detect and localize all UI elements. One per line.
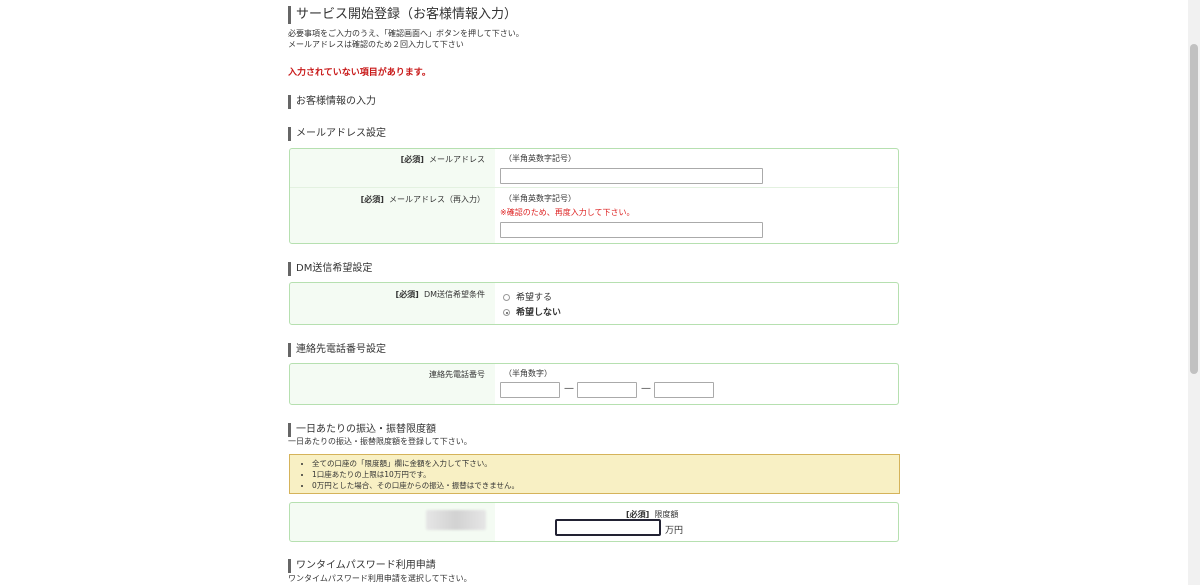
phone-part-1-input[interactable] <box>500 382 560 398</box>
notice-item: 1口座あたりの上限は10万円です。 <box>312 469 899 480</box>
dm-box: [必須] DM送信希望条件 希望する 希望しない <box>289 282 899 325</box>
required-tag: [必須] <box>395 290 419 299</box>
required-tag: [必須] <box>626 510 650 519</box>
section-otp: ワンタイムパスワード利用申請 <box>288 559 436 573</box>
section-customer-info: お客様情報の入力 <box>288 95 376 109</box>
phone-dash-2: — <box>641 383 651 394</box>
dm-label: [必須] DM送信希望条件 <box>396 289 485 300</box>
email-confirm-label-text: メールアドレス（再入力） <box>389 195 485 204</box>
page-title: サービス開始登録（お客様情報入力） <box>288 6 517 24</box>
dm-option-yes[interactable]: 希望する <box>503 290 552 303</box>
radio-selected-icon[interactable] <box>503 309 510 316</box>
page-scrollbar[interactable] <box>1188 0 1200 585</box>
dm-option-no-label: 希望しない <box>516 308 562 318</box>
divider <box>290 187 898 188</box>
required-tag: [必須] <box>400 155 424 164</box>
limit-notice: 全ての口座の「限度額」欄に金額を入力して下さい。 1口座あたりの上限は10万円で… <box>289 454 900 494</box>
limit-label-text: 限度額 <box>654 510 679 519</box>
phone-label: 連絡先電話番号 <box>429 370 485 379</box>
section-limit: 一日あたりの振込・振替限度額 <box>288 423 436 437</box>
dm-label-text: DM送信希望条件 <box>423 290 485 299</box>
section-email: メールアドレス設定 <box>288 127 386 141</box>
page-description-1: 必要事項をご入力のうえ、「確認画面へ」ボタンを押して下さい。 <box>288 29 524 38</box>
email-confirm-note: ※確認のため、再度入力して下さい。 <box>500 208 635 217</box>
phone-part-2-input[interactable] <box>577 382 637 398</box>
email-label-text: メールアドレス <box>429 155 485 164</box>
phone-hint: （半角数字） <box>504 369 552 378</box>
radio-icon[interactable] <box>503 294 510 301</box>
page-description-2: メールアドレスは確認のため２回入力して下さい <box>288 40 464 49</box>
phone-box: 連絡先電話番号 （半角数字） — — <box>289 363 899 405</box>
limit-description: 一日あたりの振込・振替限度額を登録して下さい。 <box>288 437 472 446</box>
email-confirm-hint: （半角英数字記号） <box>504 194 576 203</box>
limit-amount-input[interactable] <box>555 519 661 536</box>
email-confirm-input[interactable] <box>500 222 763 238</box>
limit-box: [必須] 限度額 万円 <box>289 502 899 542</box>
email-box: [必須] メールアドレス （半角英数字記号） [必須] メールアドレス（再入力）… <box>289 148 899 244</box>
phone-part-3-input[interactable] <box>654 382 714 398</box>
notice-item: 0万円とした場合、その口座からの振込・振替はできません。 <box>312 480 899 491</box>
section-dm: DM送信希望設定 <box>288 262 372 276</box>
redacted-account-info <box>426 510 486 530</box>
scrollbar-thumb[interactable] <box>1190 44 1198 374</box>
otp-description: ワンタイムパスワード利用申請を選択して下さい。 <box>288 574 472 583</box>
email-confirm-label: [必須] メールアドレス（再入力） <box>361 194 485 205</box>
section-phone: 連絡先電話番号設定 <box>288 343 386 357</box>
email-label: [必須] メールアドレス <box>401 154 485 165</box>
notice-item: 全ての口座の「限度額」欄に金額を入力して下さい。 <box>312 458 899 469</box>
required-tag: [必須] <box>360 195 384 204</box>
email-input[interactable] <box>500 168 763 184</box>
dm-option-no[interactable]: 希望しない <box>503 305 561 318</box>
email-hint: （半角英数字記号） <box>504 154 576 163</box>
limit-unit: 万円 <box>665 526 684 536</box>
error-message: 入力されていない項目があります。 <box>288 68 431 78</box>
phone-dash-1: — <box>564 383 574 394</box>
dm-option-yes-label: 希望する <box>516 293 553 303</box>
